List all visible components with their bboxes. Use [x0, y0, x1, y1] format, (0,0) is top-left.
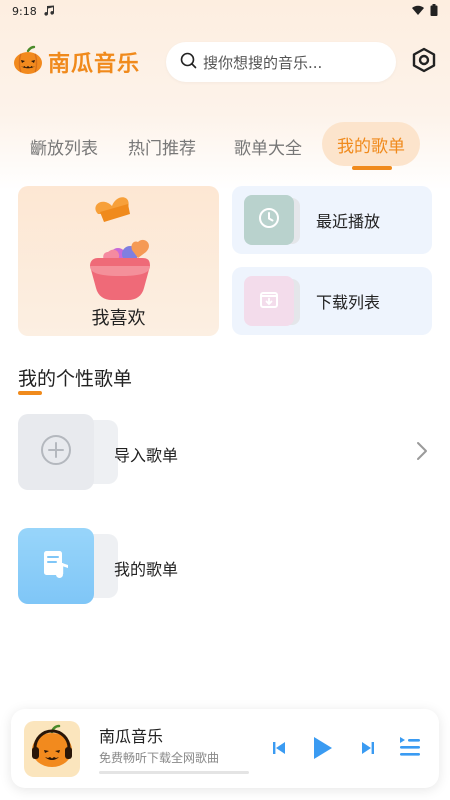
tab-bar: 齭放列表 热门推荐 歌单大全 我的歌单 [0, 122, 450, 168]
playback-progress-bar[interactable] [99, 771, 249, 774]
download-box-icon [257, 287, 281, 315]
tab-playlist-collection[interactable]: 歌单大全 [234, 134, 302, 159]
player-title: 南瓜音乐 [99, 727, 164, 746]
search-icon [180, 52, 197, 73]
next-track-button[interactable] [361, 733, 375, 763]
app-name: 南瓜音乐 [48, 52, 141, 77]
section-title-underline [18, 391, 42, 395]
recent-icon-tile [244, 195, 294, 245]
tab-hot-recommend[interactable]: 热门推荐 [128, 134, 196, 159]
mini-player[interactable]: 南瓜音乐 免费畅听下载全网歌曲 [11, 709, 439, 788]
import-playlist-item[interactable]: 导入歌单 [18, 414, 433, 490]
player-subtitle: 免费畅听下载全网歌曲 [99, 751, 220, 765]
download-icon-stack [244, 276, 304, 326]
plus-circle-icon [40, 434, 72, 470]
pumpkin-headphones-icon [27, 722, 77, 776]
import-playlist-label: 导入歌单 [114, 446, 179, 465]
clock-history-icon [257, 206, 281, 234]
previous-track-button[interactable] [272, 733, 286, 763]
download-list-card[interactable]: 下载列表 [232, 267, 432, 335]
section-title: 我的个性歌单 [18, 368, 133, 390]
music-note-icon [39, 547, 73, 585]
app-logo: 南瓜音乐 [12, 44, 162, 80]
recent-play-card[interactable]: 最近播放 [232, 186, 432, 254]
my-playlist-cover [18, 528, 94, 604]
my-playlist-item[interactable]: 我的歌单 [18, 528, 433, 604]
gift-box-icon [78, 192, 162, 306]
status-bar: 9:18 [0, 0, 450, 22]
search-placeholder: 搜你想搜的音乐... [203, 53, 323, 72]
pumpkin-logo-icon [12, 44, 44, 80]
play-button[interactable] [311, 733, 333, 763]
favorites-card[interactable]: 我喜欢 [18, 186, 219, 336]
favorites-label: 我喜欢 [91, 308, 146, 329]
chevron-right-icon [415, 440, 429, 466]
recent-icon-stack [244, 195, 304, 245]
import-cover [18, 414, 94, 490]
recent-play-label: 最近播放 [316, 212, 381, 231]
tab-my-playlists[interactable]: 我的歌单 [322, 122, 420, 166]
battery-icon [430, 3, 438, 19]
status-time: 9:18 [12, 4, 37, 18]
tab-play-list[interactable]: 齭放列表 [30, 134, 98, 159]
my-playlist-label: 我的歌单 [114, 560, 179, 579]
download-list-label: 下载列表 [316, 293, 381, 312]
active-tab-indicator [352, 166, 392, 170]
settings-icon [410, 46, 438, 78]
app-header: 南瓜音乐 搜你想搜的音乐... [0, 40, 450, 84]
music-notification-icon [43, 4, 55, 19]
search-input[interactable]: 搜你想搜的音乐... [166, 42, 396, 82]
settings-button[interactable] [410, 46, 438, 78]
download-icon-tile [244, 276, 294, 326]
player-cover [24, 721, 80, 777]
playlist-queue-button[interactable] [398, 733, 422, 763]
wifi-icon [412, 5, 424, 18]
